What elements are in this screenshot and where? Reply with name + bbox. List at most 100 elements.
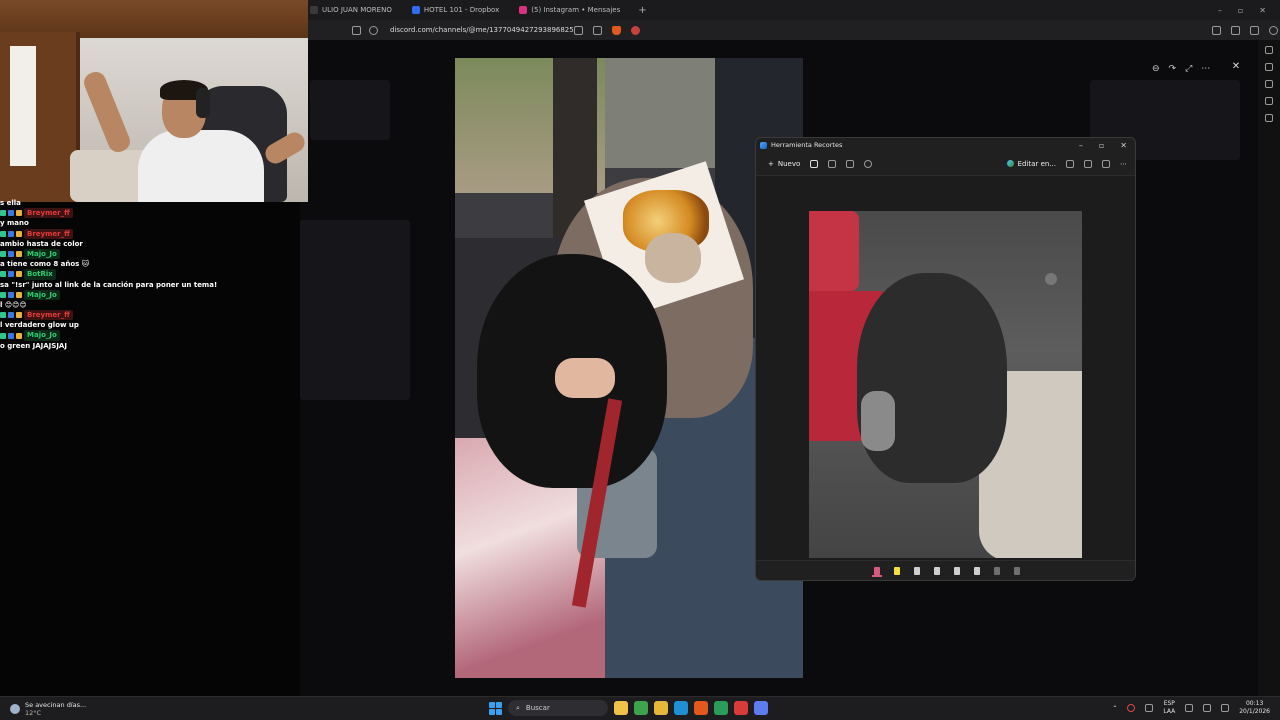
more-options-icon[interactable]: ⋯ xyxy=(1201,64,1210,74)
extensions-icon[interactable] xyxy=(1230,25,1240,35)
edit-in-label: Editar en... xyxy=(1017,159,1056,168)
spreadsheet-icon[interactable] xyxy=(714,701,728,715)
ballpoint-pen-icon[interactable] xyxy=(871,566,882,577)
browser-sidebar xyxy=(1258,40,1280,696)
chat-message: a tiene como 8 años 🐱 xyxy=(0,260,90,269)
volume-icon[interactable] xyxy=(1203,704,1212,712)
more-options-icon[interactable]: ⋯ xyxy=(1120,160,1127,168)
chat-badge-icon xyxy=(0,271,6,278)
battery-icon[interactable] xyxy=(1221,704,1230,712)
window-controls: – ▫ ✕ xyxy=(1218,6,1280,15)
reading-list-icon[interactable] xyxy=(1265,80,1273,88)
snip-shape-icon[interactable] xyxy=(846,159,855,168)
clock-date: 20/1/2026 xyxy=(1239,708,1270,715)
snip-window-title: Herramienta Recortes xyxy=(771,141,843,149)
chrome-icon[interactable] xyxy=(634,701,648,715)
camera-mode-icon[interactable] xyxy=(810,159,819,168)
address-bar: discord.com/channels/@me/137704942729389… xyxy=(300,20,1280,40)
snip-minimize-button[interactable]: – xyxy=(1079,141,1083,150)
delay-timer-icon[interactable] xyxy=(864,159,873,168)
open-original-icon[interactable]: ⤢ xyxy=(1185,64,1192,74)
brave-icon[interactable] xyxy=(694,701,708,715)
clock[interactable]: 00:13 20/1/2026 xyxy=(1239,700,1270,716)
bookmarks-icon[interactable] xyxy=(1265,63,1273,71)
chat-username[interactable]: Majo_Jo xyxy=(24,330,60,341)
snipping-tool-window: Herramienta Recortes – ▫ ✕ + Nuevo Edita… xyxy=(755,137,1136,581)
maximize-button[interactable]: ▫ xyxy=(1238,6,1243,15)
microphone-icon[interactable] xyxy=(1145,704,1154,712)
chat-badge-icon xyxy=(16,271,22,278)
browser-tab-2[interactable]: HOTEL 101 - Dropbox xyxy=(402,0,509,20)
file-explorer-icon[interactable] xyxy=(614,701,628,715)
brave-shields-icon[interactable] xyxy=(611,25,621,35)
sidebar-toggle-icon[interactable] xyxy=(1211,25,1221,35)
browser-tab-3[interactable]: (5) Instagram • Mensajes xyxy=(509,0,630,20)
tab-label: HOTEL 101 - Dropbox xyxy=(423,6,500,14)
snip-close-button[interactable]: ✕ xyxy=(1120,141,1127,150)
snipping-tool-icon[interactable] xyxy=(754,701,768,715)
chat-username-row: Majo_Jo xyxy=(0,330,230,341)
tray-app-icon[interactable] xyxy=(1127,704,1136,712)
undo-icon[interactable] xyxy=(992,566,1002,577)
snip-maximize-button[interactable]: ▫ xyxy=(1099,141,1104,150)
text-actions-icon[interactable] xyxy=(972,566,982,577)
chat-message: y mano xyxy=(0,219,29,228)
leo-ai-icon[interactable] xyxy=(1265,46,1273,54)
chat-username[interactable]: Majo_Jo xyxy=(24,248,60,260)
chat-username[interactable]: BotRix xyxy=(24,269,56,280)
system-tray: ⌃ ESP LAA 00:13 20/1/2026 xyxy=(1112,700,1270,716)
edit-in-button[interactable]: Editar en... xyxy=(1006,159,1056,168)
chat-badge-icon xyxy=(0,312,6,319)
chat-message: o green JAJAJSJAJ xyxy=(0,341,67,350)
history-icon[interactable] xyxy=(1265,97,1273,105)
wifi-icon[interactable] xyxy=(1185,704,1194,712)
zoom-out-icon[interactable]: ⊖ xyxy=(1152,64,1160,74)
dim-panel xyxy=(310,80,390,140)
minimize-button[interactable]: – xyxy=(1218,6,1222,15)
share-icon[interactable] xyxy=(592,25,602,35)
crop-icon[interactable] xyxy=(952,566,962,577)
wallet-icon[interactable] xyxy=(1249,25,1259,35)
share-icon[interactable] xyxy=(1102,159,1110,168)
viewer-close-button[interactable]: ✕ xyxy=(1229,61,1243,75)
chat-message-row: o green JAJAJSJAJ xyxy=(0,341,230,351)
chat-username[interactable]: Breymer_ff xyxy=(24,310,73,321)
taskbar-search[interactable]: ⌕ Buscar xyxy=(508,700,608,716)
browser-tab-bar: ULIO JUAN MORENO HOTEL 101 - Dropbox (5)… xyxy=(300,0,1280,20)
chat-username[interactable]: Majo_Jo xyxy=(24,289,60,300)
chat-username[interactable]: Breymer_ff xyxy=(24,208,73,219)
chat-username[interactable]: Breymer_ff xyxy=(24,228,73,239)
windows-start-icon[interactable] xyxy=(489,701,502,715)
dropbox-icon xyxy=(411,6,420,14)
brave-rewards-icon[interactable] xyxy=(630,25,640,35)
site-info-icon[interactable] xyxy=(369,25,378,35)
language-indicator[interactable]: ESP LAA xyxy=(1163,700,1175,716)
close-button[interactable]: ✕ xyxy=(1259,6,1266,15)
show-hidden-icons-icon[interactable]: ⌃ xyxy=(1112,705,1117,712)
chat-badge-icon xyxy=(16,332,22,339)
edge-icon[interactable] xyxy=(674,701,688,715)
chat-message-row: s ella xyxy=(0,198,230,208)
redo-icon[interactable] xyxy=(1012,566,1022,577)
browser-icon[interactable] xyxy=(734,701,748,715)
highlighter-icon[interactable] xyxy=(892,566,902,577)
weather-widget[interactable]: Se avecinan días... 12°C xyxy=(0,701,200,717)
eraser-icon[interactable] xyxy=(912,566,922,577)
vpn-icon[interactable] xyxy=(1268,25,1278,35)
new-snip-button[interactable]: + Nuevo xyxy=(768,160,800,168)
bookmark-icon[interactable] xyxy=(352,25,361,35)
copy-icon[interactable] xyxy=(1084,159,1092,168)
translate-icon[interactable] xyxy=(573,25,583,35)
url-input[interactable]: discord.com/channels/@me/137704942729389… xyxy=(386,26,574,34)
browser-tab-1[interactable]: ULIO JUAN MORENO xyxy=(300,0,402,20)
add-panel-icon[interactable] xyxy=(1265,114,1273,122)
screen: ULIO JUAN MORENO HOTEL 101 - Dropbox (5)… xyxy=(0,0,1280,720)
forward-icon[interactable]: ↷ xyxy=(1169,64,1177,74)
video-mode-icon[interactable] xyxy=(828,159,837,168)
new-tab-button[interactable]: + xyxy=(638,5,646,16)
chat-badge-icon xyxy=(16,312,22,319)
save-icon[interactable] xyxy=(1066,159,1074,168)
folder-icon[interactable] xyxy=(654,701,668,715)
shapes-icon[interactable] xyxy=(932,566,942,577)
chat-message-row: a tiene como 8 años 🐱 xyxy=(0,259,230,269)
